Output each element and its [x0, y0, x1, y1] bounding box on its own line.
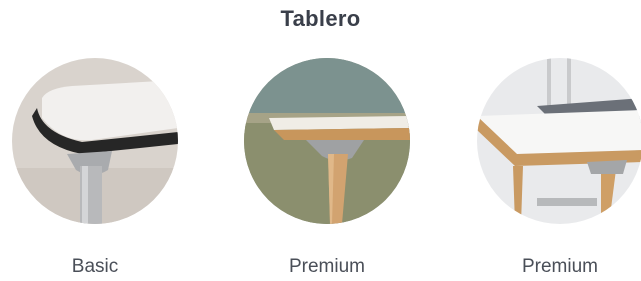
- option-label-basic: Basic: [71, 256, 119, 277]
- tabletop-option-premium-1[interactable]: Premium: [244, 58, 410, 277]
- option-label-premium-2: Premium: [521, 256, 598, 277]
- tabletop-premium-image-2[interactable]: [477, 58, 641, 224]
- tabletop-option-premium-2[interactable]: Premium: [477, 58, 641, 277]
- tabletop-option-basic[interactable]: Basic: [12, 58, 178, 277]
- tabletop-premium-image-1[interactable]: [244, 58, 410, 224]
- tabletop-basic-image[interactable]: [12, 58, 178, 224]
- option-label-premium-1: Premium: [288, 256, 365, 277]
- section-title: Tablero: [280, 6, 361, 31]
